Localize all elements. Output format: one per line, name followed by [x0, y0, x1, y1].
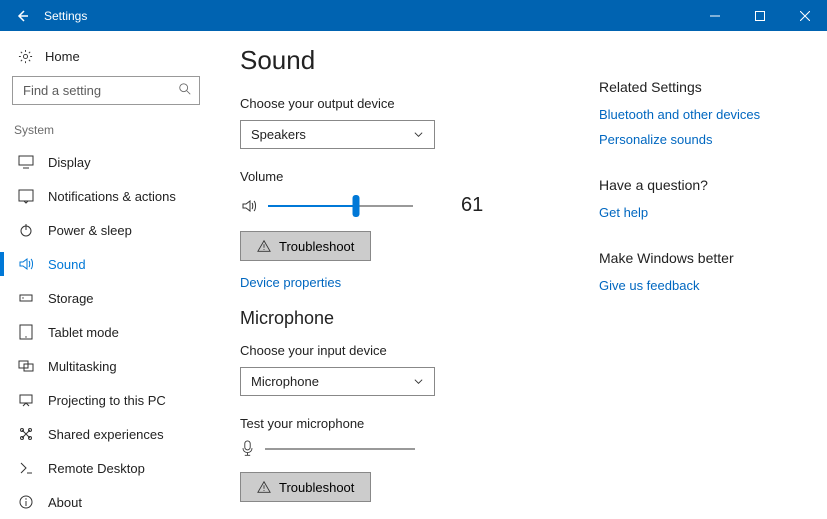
- sidebar-item-label: Shared experiences: [48, 427, 164, 442]
- search-input[interactable]: [12, 76, 200, 105]
- page-title: Sound: [240, 45, 599, 76]
- close-button[interactable]: [782, 0, 827, 31]
- troubleshoot-input-button[interactable]: Troubleshoot: [240, 472, 371, 502]
- about-icon: [18, 494, 34, 510]
- output-device-properties-link[interactable]: Device properties: [240, 275, 599, 290]
- display-icon: [18, 154, 34, 170]
- sound-icon: [18, 256, 34, 272]
- sidebar-item-sound[interactable]: Sound: [12, 247, 210, 281]
- feedback-heading: Make Windows better: [599, 250, 809, 266]
- window-controls: [692, 0, 827, 31]
- sidebar-item-label: Notifications & actions: [48, 189, 176, 204]
- projecting-icon: [18, 392, 34, 408]
- sidebar-item-label: About: [48, 495, 82, 510]
- sidebar-item-power[interactable]: Power & sleep: [12, 213, 210, 247]
- sidebar-item-multitask[interactable]: Multitasking: [12, 349, 210, 383]
- gear-icon: [18, 49, 33, 64]
- sidebar-item-about[interactable]: About: [12, 485, 210, 519]
- input-device-select[interactable]: Microphone: [240, 367, 435, 396]
- volume-slider-thumb[interactable]: [353, 195, 360, 217]
- output-device-select[interactable]: Speakers: [240, 120, 435, 149]
- window-title: Settings: [44, 9, 87, 23]
- remote-icon: [18, 460, 34, 476]
- search-icon: [178, 82, 192, 96]
- sidebar-item-label: Display: [48, 155, 91, 170]
- sidebar-item-tablet[interactable]: Tablet mode: [12, 315, 210, 349]
- minimize-button[interactable]: [692, 0, 737, 31]
- power-icon: [18, 222, 34, 238]
- chevron-down-icon: [413, 129, 424, 140]
- home-button[interactable]: Home: [12, 45, 210, 76]
- test-mic-label: Test your microphone: [240, 416, 599, 431]
- output-device-label: Choose your output device: [240, 96, 599, 111]
- sidebar-item-notifications[interactable]: Notifications & actions: [12, 179, 210, 213]
- troubleshoot-label: Troubleshoot: [279, 239, 354, 254]
- sidebar-item-display[interactable]: Display: [12, 145, 210, 179]
- volume-slider[interactable]: [268, 205, 413, 207]
- sidebar-item-label: Remote Desktop: [48, 461, 145, 476]
- sidebar-item-label: Projecting to this PC: [48, 393, 166, 408]
- home-label: Home: [45, 49, 80, 64]
- shared-icon: [18, 426, 34, 442]
- sidebar: Home System Display Notifications & actio…: [0, 31, 210, 509]
- input-device-value: Microphone: [251, 374, 319, 389]
- speaker-icon[interactable]: [240, 197, 258, 215]
- sidebar-item-storage[interactable]: Storage: [12, 281, 210, 315]
- right-panel: Related Settings Bluetooth and other dev…: [599, 45, 809, 509]
- sidebar-item-label: Multitasking: [48, 359, 117, 374]
- sidebar-item-label: Sound: [48, 257, 86, 272]
- feedback-link[interactable]: Give us feedback: [599, 278, 809, 293]
- output-device-value: Speakers: [251, 127, 306, 142]
- multitask-icon: [18, 358, 34, 374]
- related-link-bluetooth[interactable]: Bluetooth and other devices: [599, 107, 809, 122]
- notifications-icon: [18, 188, 34, 204]
- microphone-heading: Microphone: [240, 308, 599, 329]
- troubleshoot-output-button[interactable]: Troubleshoot: [240, 231, 371, 261]
- get-help-link[interactable]: Get help: [599, 205, 809, 220]
- sidebar-item-shared[interactable]: Shared experiences: [12, 417, 210, 451]
- maximize-button[interactable]: [737, 0, 782, 31]
- volume-label: Volume: [240, 169, 599, 184]
- troubleshoot-label: Troubleshoot: [279, 480, 354, 495]
- mic-level-meter: [265, 448, 415, 450]
- sidebar-item-label: Power & sleep: [48, 223, 132, 238]
- storage-icon: [18, 290, 34, 306]
- warning-icon: [257, 239, 271, 253]
- input-device-label: Choose your input device: [240, 343, 599, 358]
- main-content: Sound Choose your output device Speakers…: [240, 45, 599, 509]
- microphone-icon: [240, 440, 255, 458]
- related-link-personalize[interactable]: Personalize sounds: [599, 132, 809, 147]
- back-arrow-icon: [14, 8, 30, 24]
- sidebar-item-remote[interactable]: Remote Desktop: [12, 451, 210, 485]
- related-settings-heading: Related Settings: [599, 79, 809, 95]
- sidebar-item-label: Storage: [48, 291, 94, 306]
- back-button[interactable]: [0, 0, 44, 31]
- category-label: System: [12, 119, 210, 145]
- sidebar-item-label: Tablet mode: [48, 325, 119, 340]
- question-heading: Have a question?: [599, 177, 809, 193]
- volume-value: 61: [461, 194, 483, 217]
- sidebar-item-projecting[interactable]: Projecting to this PC: [12, 383, 210, 417]
- tablet-icon: [18, 324, 34, 340]
- chevron-down-icon: [413, 376, 424, 387]
- warning-icon: [257, 480, 271, 494]
- titlebar: Settings: [0, 0, 827, 31]
